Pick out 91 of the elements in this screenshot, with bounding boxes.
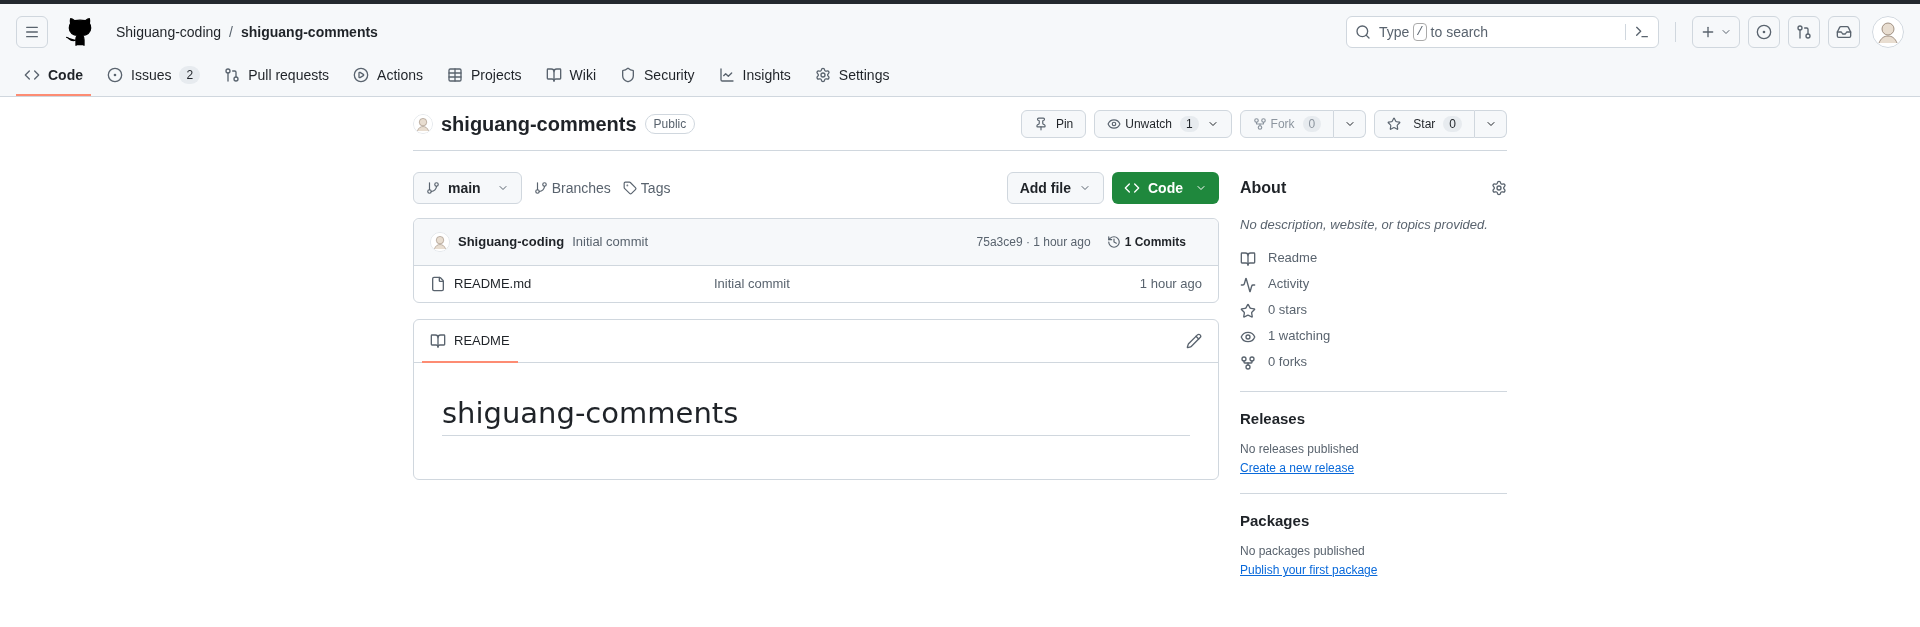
issue-icon [107,67,123,83]
book-icon [1240,250,1256,267]
branch-button[interactable]: main [413,172,522,204]
count-badge: 0 [1443,115,1462,132]
inbox-button[interactable] [1828,16,1860,48]
nav-tab[interactable]: Projects [439,60,530,96]
breadcrumb-separator: / [229,23,233,42]
pulse-icon [1240,276,1256,293]
repo-link[interactable]: shiguang-comments [241,22,378,42]
inbox-icon [1836,24,1852,40]
about-link[interactable]: 0 forks [1268,353,1307,372]
commit-meta: 75a3ce9 · 1 hour ago [976,234,1091,250]
about-description: No description, website, or topics provided. [1240,216,1489,234]
nav-tab[interactable]: Settings [806,60,898,96]
create-button[interactable] [1692,16,1740,48]
file-age: 1 hour ago [1139,274,1202,293]
avatar[interactable] [1872,16,1904,48]
table-icon [447,67,463,83]
search-placeholder: to search [1430,23,1489,42]
issues-button[interactable] [1748,16,1780,48]
eye-icon [1107,116,1122,131]
commits-link[interactable]: 1 Commits [1106,234,1186,250]
repo-title: shiguang-comments [441,111,637,137]
count-badge: 0 [1302,115,1322,132]
file-icon [430,276,446,292]
search-field[interactable]: Type / to search [1346,16,1659,48]
nav-tab[interactable]: Actions [345,60,431,96]
slash-key: / [1413,23,1427,41]
settings-icon [814,67,831,83]
nav-tab[interactable]: Issues 2 [99,60,209,96]
book-icon [545,67,562,83]
publish-package-link[interactable]: Publish your first package [1240,563,1378,578]
settings-icon[interactable] [1491,180,1507,196]
file-commit-message[interactable]: Initial commit [714,274,790,294]
book-icon [430,333,446,349]
create-release-link[interactable]: Create a new release [1240,461,1355,475]
readme-tab[interactable]: README [422,321,518,363]
about-title: About [1240,178,1287,198]
count-badge: 2 [179,66,201,84]
menu-button[interactable] [16,16,48,48]
releases-note: No releases published [1240,441,1360,457]
pull-request-icon [1796,24,1812,40]
nav-tab[interactable]: Code [16,60,91,96]
search-icon [1355,24,1371,40]
shield-icon [620,67,637,83]
issue-icon [1756,24,1772,40]
code-icon [24,67,40,83]
history-icon [1106,235,1121,249]
branches-link[interactable]: Branches [533,178,611,198]
code-icon [1124,180,1140,196]
about-link[interactable]: 0 stars [1268,301,1307,320]
branch-icon [533,181,548,195]
search-placeholder: Type [1379,23,1410,42]
count-badge: 1 [1179,115,1199,132]
play-icon [353,67,370,83]
packages-note: No packages published [1240,543,1366,560]
pull-requests-button[interactable] [1788,16,1820,48]
nav-tab[interactable]: Wiki [537,60,605,96]
packages-title: Packages [1240,511,1311,531]
graph-icon [718,67,735,83]
releases-title: Releases [1240,408,1307,429]
code-button[interactable]: Code [1112,172,1219,204]
star-menu-button[interactable] [1475,109,1507,138]
owner-link[interactable]: Shiguang-coding [116,22,222,42]
fork-icon [1252,116,1267,131]
menu-icon [24,24,40,40]
about-link[interactable]: Activity [1268,275,1310,294]
star-icon [1240,302,1256,319]
branch-icon [426,181,440,195]
readme-heading: shiguang-comments [442,395,1190,437]
pin-icon [1033,116,1048,131]
commit-message[interactable]: Initial commit [572,232,648,252]
star-icon [1387,116,1402,131]
nav-tab[interactable]: Insights [710,60,799,96]
plus-icon [1700,24,1716,40]
pin-button[interactable]: Pin [1020,109,1087,138]
add-file-button[interactable]: Add file [1006,172,1104,204]
tag-icon [622,181,637,195]
edit-icon[interactable] [1186,333,1202,349]
about-link[interactable]: Readme [1268,249,1318,268]
unwatch-button[interactable]: Unwatch 1 [1094,109,1232,138]
commit-author[interactable]: Shiguang-coding [458,232,565,252]
about-link[interactable]: 1 watching [1268,327,1331,346]
pull-request-icon [224,67,241,83]
nav-tab[interactable]: Pull requests [216,60,338,96]
fork-icon [1240,354,1256,371]
command-palette-icon [1634,24,1650,40]
tags-link[interactable]: Tags [622,178,671,198]
star-button[interactable]: Star 0 [1374,109,1475,138]
nav-tab[interactable]: Security [612,60,703,96]
file-name[interactable]: README.md [454,274,714,294]
